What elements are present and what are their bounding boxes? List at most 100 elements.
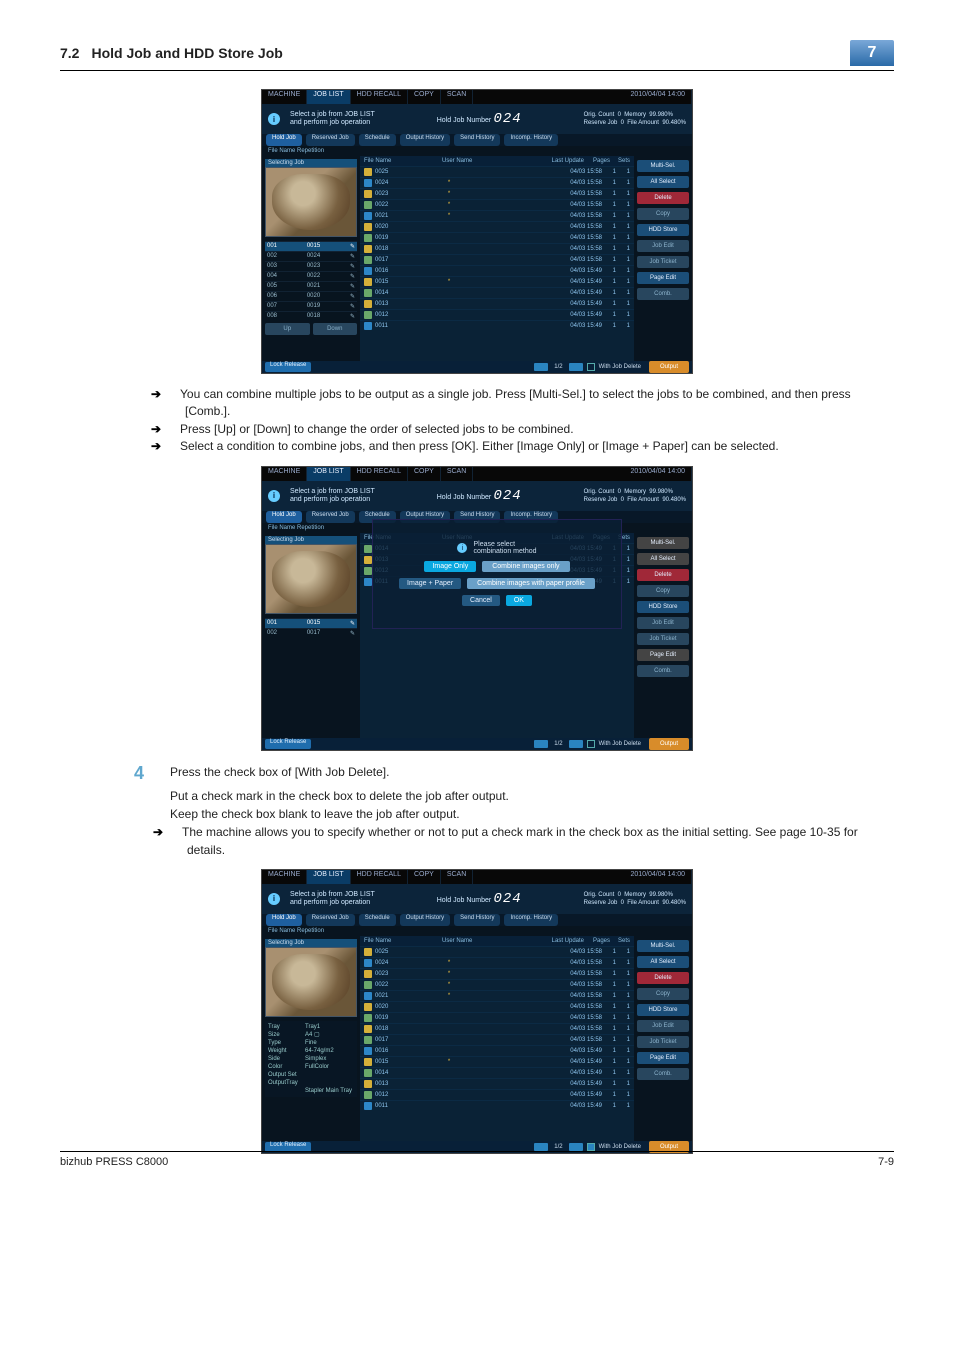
sub-tab[interactable]: Hold Job (266, 914, 302, 926)
side-button[interactable]: Multi-Sel. (637, 537, 689, 549)
selected-job-row[interactable]: 0060020✎ (265, 291, 357, 301)
table-row[interactable]: 0015*04/03 15:4911 (360, 276, 634, 287)
side-button[interactable]: HDD Store (637, 1004, 689, 1016)
table-row[interactable]: 001204/03 15:4911 (360, 309, 634, 320)
side-button[interactable]: Job Edit (637, 240, 689, 252)
sub-tab[interactable]: Reserved Job (306, 511, 355, 523)
sub-tab[interactable]: Hold Job (266, 134, 302, 146)
sub-tab[interactable]: Send History (454, 134, 500, 146)
page-up-icon[interactable] (534, 363, 548, 371)
lock-release-button[interactable]: Lock Release (265, 739, 311, 749)
side-button[interactable]: Comb. (637, 665, 689, 677)
side-button[interactable]: Delete (637, 972, 689, 984)
sub-tab[interactable]: Schedule (359, 914, 396, 926)
side-button[interactable]: Page Edit (637, 1052, 689, 1064)
table-row[interactable]: 0021*04/03 15:5811 (360, 990, 634, 1001)
top-tab[interactable]: JOB LIST (307, 90, 350, 104)
with-job-delete-checkbox[interactable] (587, 740, 595, 748)
side-button[interactable]: Page Edit (637, 649, 689, 661)
table-row[interactable]: 001404/03 15:4911 (360, 1067, 634, 1078)
table-row[interactable]: 0021*04/03 15:5811 (360, 210, 634, 221)
top-tab[interactable]: MACHINE (262, 90, 307, 104)
page-down-icon[interactable] (569, 1143, 583, 1151)
sub-tab[interactable]: Reserved Job (306, 914, 355, 926)
selected-job-row[interactable]: 0020017✎ (265, 628, 357, 638)
side-button[interactable]: Copy (637, 208, 689, 220)
sub-tab[interactable]: Reserved Job (306, 134, 355, 146)
table-row[interactable]: 002004/03 15:5811 (360, 1001, 634, 1012)
sub-tab[interactable]: Incomp. History (504, 134, 558, 146)
with-job-delete-checkbox[interactable] (587, 1143, 595, 1151)
top-tab[interactable]: SCAN (441, 870, 473, 884)
page-up-icon[interactable] (534, 740, 548, 748)
top-tab[interactable]: COPY (408, 467, 441, 481)
top-tab[interactable]: COPY (408, 90, 441, 104)
top-tab[interactable]: COPY (408, 870, 441, 884)
page-down-icon[interactable] (569, 740, 583, 748)
top-tab[interactable]: JOB LIST (307, 870, 350, 884)
sub-tab[interactable]: Schedule (359, 134, 396, 146)
page-down-icon[interactable] (569, 363, 583, 371)
side-button[interactable]: All Select (637, 553, 689, 565)
selected-job-row[interactable]: 0080018✎ (265, 311, 357, 321)
lock-release-button[interactable]: Lock Release (265, 362, 311, 372)
selected-job-row[interactable]: 0020024✎ (265, 251, 357, 261)
table-row[interactable]: 001104/03 15:4911 (360, 320, 634, 331)
file-name-repetition[interactable]: File Name Repetition (262, 146, 692, 156)
sub-tab[interactable]: Output History (400, 134, 450, 146)
side-button[interactable]: Job Ticket (637, 256, 689, 268)
selected-job-row[interactable]: 0010015✎ (265, 618, 357, 628)
side-button[interactable]: Copy (637, 585, 689, 597)
side-button[interactable]: HDD Store (637, 224, 689, 236)
image-only-button[interactable]: Image Only (424, 561, 476, 572)
selected-job-row[interactable]: 0040022✎ (265, 271, 357, 281)
side-button[interactable]: Job Ticket (637, 1036, 689, 1048)
page-up-icon[interactable] (534, 1143, 548, 1151)
down-button[interactable]: Down (313, 323, 358, 335)
table-row[interactable]: 002504/03 15:5811 (360, 166, 634, 177)
selected-job-row[interactable]: 0050021✎ (265, 281, 357, 291)
table-row[interactable]: 0024*04/03 15:5811 (360, 957, 634, 968)
table-row[interactable]: 0023*04/03 15:5811 (360, 188, 634, 199)
table-row[interactable]: 002504/03 15:5811 (360, 946, 634, 957)
top-tab[interactable]: HDD RECALL (351, 870, 408, 884)
side-button[interactable]: Multi-Sel. (637, 940, 689, 952)
image-paper-button[interactable]: Image + Paper (399, 578, 461, 589)
table-row[interactable]: 0023*04/03 15:5811 (360, 968, 634, 979)
side-button[interactable]: Comb. (637, 1068, 689, 1080)
table-row[interactable]: 001804/03 15:5811 (360, 1023, 634, 1034)
table-row[interactable]: 001904/03 15:5811 (360, 232, 634, 243)
side-button[interactable]: Job Ticket (637, 633, 689, 645)
table-row[interactable]: 001204/03 15:4911 (360, 1089, 634, 1100)
table-row[interactable]: 001404/03 15:4911 (360, 287, 634, 298)
output-button[interactable]: Output (649, 738, 689, 750)
side-button[interactable]: Delete (637, 569, 689, 581)
top-tab[interactable]: HDD RECALL (351, 90, 408, 104)
output-button[interactable]: Output (649, 361, 689, 373)
sub-tab[interactable]: Output History (400, 914, 450, 926)
with-job-delete-checkbox[interactable] (587, 363, 595, 371)
table-row[interactable]: 0022*04/03 15:5811 (360, 199, 634, 210)
top-tab[interactable]: MACHINE (262, 467, 307, 481)
selected-job-row[interactable]: 0010015✎ (265, 241, 357, 251)
side-button[interactable]: All Select (637, 956, 689, 968)
table-row[interactable]: 001904/03 15:5811 (360, 1012, 634, 1023)
table-row[interactable]: 0022*04/03 15:5811 (360, 979, 634, 990)
side-button[interactable]: Delete (637, 192, 689, 204)
sub-tab[interactable]: Incomp. History (504, 914, 558, 926)
top-tab[interactable]: SCAN (441, 467, 473, 481)
top-tab[interactable]: JOB LIST (307, 467, 350, 481)
side-button[interactable]: Multi-Sel. (637, 160, 689, 172)
cancel-button[interactable]: Cancel (462, 595, 500, 606)
table-row[interactable]: 002004/03 15:5811 (360, 221, 634, 232)
side-button[interactable]: HDD Store (637, 601, 689, 613)
top-tab[interactable]: MACHINE (262, 870, 307, 884)
up-button[interactable]: Up (265, 323, 310, 335)
table-row[interactable]: 001804/03 15:5811 (360, 243, 634, 254)
side-button[interactable]: All Select (637, 176, 689, 188)
side-button[interactable]: Job Edit (637, 617, 689, 629)
selected-job-row[interactable]: 0070019✎ (265, 301, 357, 311)
table-row[interactable]: 001704/03 15:5811 (360, 1034, 634, 1045)
file-name-repetition[interactable]: File Name Repetition (262, 926, 692, 936)
sub-tab[interactable]: Hold Job (266, 511, 302, 523)
